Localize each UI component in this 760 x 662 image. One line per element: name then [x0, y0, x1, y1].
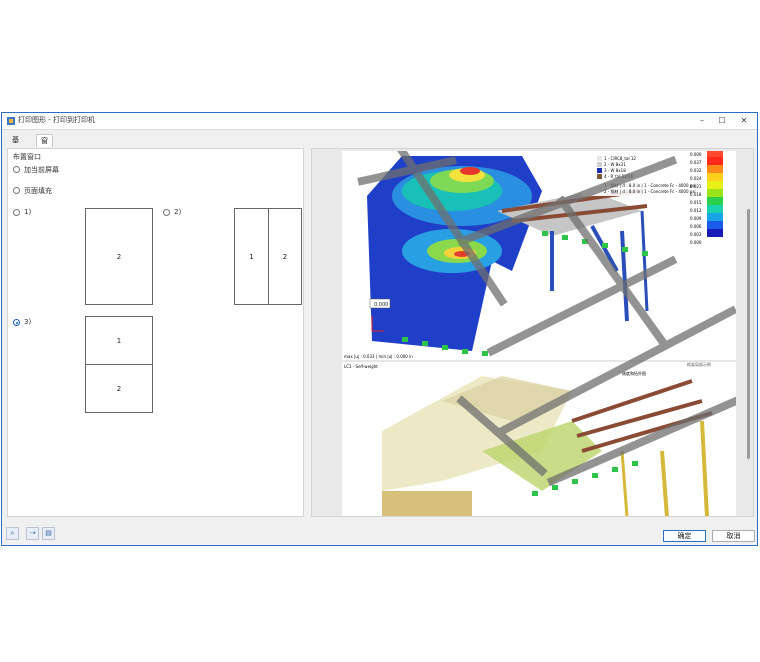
print-dialog: 打印图形 - 打印到打印机 – ☐ ✕ 基本 窗口布置 布置窗口 加当前屏幕 页… [1, 112, 758, 546]
radio-current-screen[interactable] [13, 166, 20, 173]
zoom-preview-icon[interactable]: ⌕ [6, 527, 19, 540]
layout-cell: 1 [235, 209, 269, 304]
legend-value: 0.000 [690, 152, 702, 157]
legend-value: 0.021 [690, 184, 702, 189]
preview-bottom-caption: LC1 - Self-weight [344, 364, 378, 369]
legend-value: 0.018 [690, 192, 702, 197]
minimize-icon[interactable]: – [693, 115, 711, 127]
structure-preview-image: 0.000 1 - CIRC8_tal 12 2 - W 8x31 3 - W … [342, 149, 742, 516]
layout-cell: 2 [282, 252, 288, 261]
material-item: 2 - 钢材 | d : 8.0 in | 1 - Concrete Fc - … [604, 188, 696, 194]
layout-cell: 2 [116, 252, 122, 261]
layout-1-page[interactable]: 2 [85, 208, 153, 305]
maximize-icon[interactable]: ☐ [713, 115, 731, 127]
label-current-screen: 加当前屏幕 [24, 166, 59, 174]
preview-top-caption: max |u| : 0.033 | min |u| : 0.000 in [344, 354, 413, 359]
cancel-button[interactable]: 取消 [712, 530, 755, 542]
layout-cell: 2 [116, 384, 122, 393]
radio-layout-1[interactable] [13, 209, 20, 216]
app-icon [7, 117, 15, 125]
preview-badge: 0.000 [374, 302, 388, 308]
radio-layout-3[interactable] [13, 319, 20, 326]
radio-fill-page[interactable] [13, 187, 20, 194]
section-item: 3 - W 8x18 [604, 168, 626, 173]
preview-right-note: 框架局部示例 [687, 361, 711, 367]
legend-value: 0.000 [690, 240, 702, 245]
title-bar: 打印图形 - 打印到打印机 – ☐ ✕ [2, 113, 757, 130]
preview-sheet: 0.000 1 - CIRC8_tal 12 2 - W 8x31 3 - W … [342, 149, 742, 516]
legend-value: 0.024 [690, 176, 702, 181]
layout-cell: 1 [86, 317, 152, 365]
legend-value: 0.006 [690, 224, 702, 229]
label-layout-1: 1) [24, 208, 32, 216]
section-item: 1 - CIRC8_tal 12 [604, 156, 636, 161]
legend-value: 0.015 [690, 200, 702, 205]
export-icon[interactable]: ⇢ [26, 527, 39, 540]
layout-options-panel: 布置窗口 加当前屏幕 页面填充 1) 2 2) 1 2 3) 1 2 [7, 148, 304, 517]
radio-layout-2[interactable] [163, 209, 170, 216]
label-layout-2: 2) [174, 208, 182, 216]
tab-basic[interactable]: 基本 [8, 134, 23, 156]
label-layout-3: 3) [24, 318, 32, 326]
tab-window-layout[interactable]: 窗口布置 [36, 134, 53, 181]
section-title: 布置窗口 [13, 153, 41, 161]
print-settings-icon[interactable]: ▤ [42, 527, 55, 540]
ok-button[interactable]: 确定 [663, 530, 706, 542]
legend-value: 0.012 [690, 208, 702, 213]
legend-value: 0.003 [690, 232, 702, 237]
legend-value: 0.032 [690, 168, 702, 173]
legend-value: 0.037 [690, 160, 702, 165]
window-title: 打印图形 - 打印到打印机 [18, 116, 95, 124]
section-item: 2 - W 8x31 [604, 162, 626, 167]
layout-3-page[interactable]: 1 2 [85, 316, 153, 413]
close-icon[interactable]: ✕ [735, 115, 753, 127]
label-fill-page: 页面填充 [24, 187, 52, 195]
legend-value: 0.009 [690, 216, 702, 221]
preview-scrollbar[interactable] [747, 209, 750, 459]
layout-2-page[interactable]: 1 2 [234, 208, 302, 305]
print-preview: 0.000 1 - CIRC8_tal 12 2 - W 8x31 3 - W … [311, 148, 754, 517]
